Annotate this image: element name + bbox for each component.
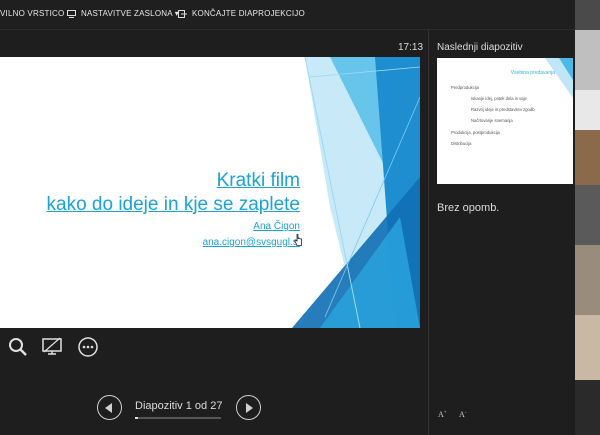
participant-video-strip [575, 0, 600, 435]
display-settings-icon [67, 9, 76, 18]
black-screen-button[interactable] [40, 335, 64, 359]
panel-divider [428, 30, 429, 435]
thumbnail-item: Iskanje idej, potek dela in vaje [471, 96, 527, 101]
slide-title: Kratki film kako do ideje in kje se zapl… [47, 169, 301, 217]
slide-email-link[interactable]: ana.cigon@svsgugl.si [203, 237, 300, 248]
toolbar-item-end-slideshow[interactable]: KONČAJTE DIAPROJEKCIJO [178, 9, 305, 18]
slide-counter[interactable]: Diapozitiv 1 od 27 [135, 400, 222, 412]
thumbnail-title: Vsebina predavanja [510, 70, 555, 76]
presentation-clock: 17:13 [398, 42, 424, 53]
thumbnail-item: Predprodukcija [451, 85, 479, 90]
toolbar-item-display-settings[interactable]: NASTAVITVE ZASLONA ▾ [67, 9, 179, 18]
slide-author: Ana Čigon [253, 221, 300, 232]
slide-progress-bar [135, 417, 221, 419]
slide-title-line-2: kako do ideje in kje se zaplete [46, 194, 301, 215]
more-icon [78, 337, 98, 357]
presenter-toolbar: VILNO VRSTICO NASTAVITVE ZASLONA ▾ KONČA… [0, 0, 575, 30]
toolbar-label: KONČAJTE DIAPROJEKCIJO [192, 9, 305, 18]
toolbar-item-subtitles[interactable]: VILNO VRSTICO [0, 9, 64, 18]
speaker-notes[interactable]: Brez opomb. [437, 202, 499, 214]
zoom-tool-button[interactable] [6, 335, 30, 359]
more-options-button[interactable] [76, 335, 100, 359]
increase-font-button[interactable]: A+ [438, 410, 447, 419]
thumbnail-item: Produkcija, postprodukcija [451, 130, 500, 135]
toolbar-label: VILNO VRSTICO [0, 9, 65, 18]
next-slide-label: Naslednji diapozitiv [437, 42, 523, 53]
thumbnail-item: Distribucija [451, 141, 472, 146]
end-slideshow-icon [178, 9, 187, 18]
slide-progress-fill [135, 417, 139, 419]
next-slide-thumbnail[interactable]: Vsebina predavanja Predprodukcija Iskanj… [437, 58, 573, 184]
slide-title-line-1: Kratki film [216, 170, 300, 191]
thumbnail-item: Načrtovanje snemanja [471, 118, 513, 123]
previous-slide-button[interactable] [97, 395, 122, 420]
current-slide[interactable]: Kratki film kako do ideje in kje se zapl… [0, 57, 420, 328]
thumbnail-item: Razvoj ideje in predstavitev zgodb [471, 107, 535, 112]
toolbar-label: NASTAVITVE ZASLONA ▾ [81, 9, 179, 18]
decrease-font-button[interactable]: A- [459, 410, 466, 419]
screen-icon [42, 337, 62, 355]
hand-cursor-icon [294, 234, 302, 246]
next-slide-button[interactable] [236, 395, 261, 420]
search-icon [9, 338, 27, 356]
